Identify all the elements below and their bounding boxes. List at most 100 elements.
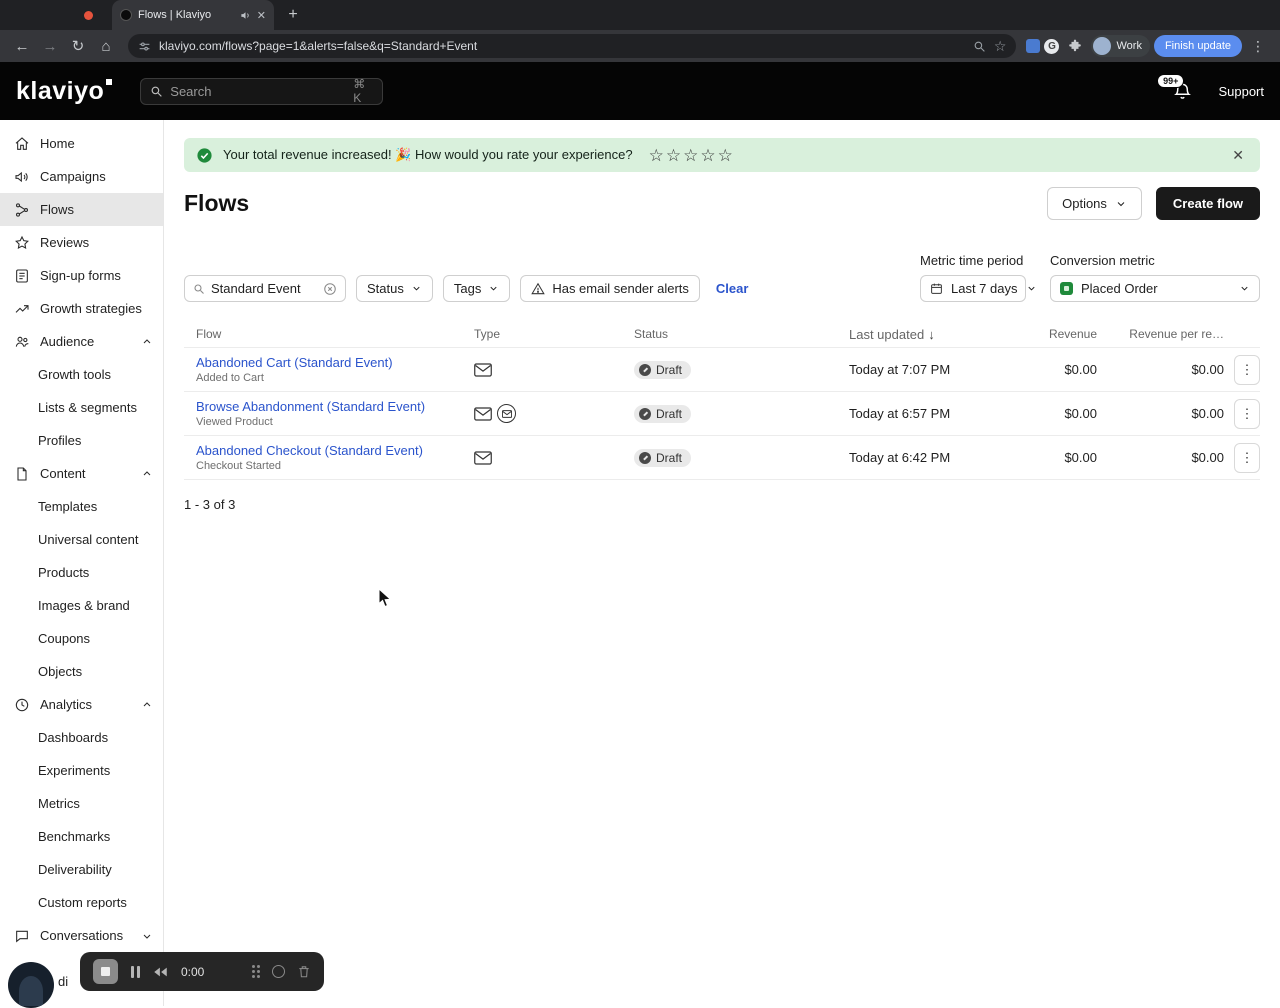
google-extension-icon[interactable]: G (1044, 38, 1060, 54)
revenue-per-cell: $0.00 (1191, 406, 1224, 421)
sidebar-item-custom-reports[interactable]: Custom reports (0, 886, 163, 919)
sidebar-item-campaigns[interactable]: Campaigns (0, 160, 163, 193)
sidebar-item-deliverability[interactable]: Deliverability (0, 853, 163, 886)
email-icon (474, 450, 492, 465)
chevron-down-icon (1239, 283, 1250, 294)
home-button[interactable]: ⌂ (94, 34, 118, 58)
puzzle-extensions-icon[interactable] (1063, 34, 1087, 58)
sidebar-item-label: Benchmarks (38, 829, 111, 844)
table-row: Abandoned Cart (Standard Event) Added to… (184, 348, 1260, 392)
star-icon[interactable]: ☆ (666, 147, 681, 164)
sidebar-item-audience[interactable]: Audience (0, 325, 163, 358)
row-actions-button[interactable]: ⋮ (1234, 442, 1260, 473)
sidebar-item-experiments[interactable]: Experiments (0, 754, 163, 787)
support-link[interactable]: Support (1218, 84, 1264, 99)
klaviyo-logo[interactable]: klaviyo (16, 77, 114, 106)
search-input[interactable] (170, 83, 347, 99)
row-actions-button[interactable]: ⋮ (1234, 398, 1260, 429)
delete-recording-icon[interactable] (297, 964, 311, 979)
flow-trigger: Checkout Started (196, 460, 281, 472)
clear-search-icon[interactable] (323, 282, 337, 296)
sidebar-item-reviews[interactable]: Reviews (0, 226, 163, 259)
status-filter[interactable]: Status (356, 275, 433, 302)
profile-name: Work (1116, 40, 1142, 52)
star-icon[interactable]: ☆ (700, 147, 715, 164)
forward-button[interactable]: → (38, 34, 62, 58)
zoom-icon[interactable] (973, 40, 986, 53)
banner-close-icon[interactable]: ✕ (1228, 143, 1248, 168)
status-badge: Draft (634, 448, 692, 467)
table-row: Browse Abandonment (Standard Event) View… (184, 392, 1260, 436)
sidebar-item-coupons[interactable]: Coupons (0, 622, 163, 655)
sidebar-item-growth-strategies[interactable]: Growth strategies (0, 292, 163, 325)
address-bar[interactable]: klaviyo.com/flows?page=1&alerts=false&q=… (128, 34, 1017, 58)
flow-name-link[interactable]: Browse Abandonment (Standard Event) (196, 399, 474, 414)
row-actions-button[interactable]: ⋮ (1234, 354, 1260, 385)
browser-menu-icon[interactable]: ⋮ (1246, 34, 1270, 58)
sidebar-item-signup-forms[interactable]: Sign-up forms (0, 259, 163, 292)
table-header: Flow Type Status Last updated ↓ Revenue … (184, 321, 1260, 348)
sidebar-item-home[interactable]: Home (0, 127, 163, 160)
sidebar-item-flows[interactable]: Flows (0, 193, 163, 226)
star-icon[interactable]: ☆ (718, 147, 733, 164)
sidebar-item-conversations[interactable]: Conversations (0, 919, 163, 952)
col-revenue-per[interactable]: Revenue per re… (1097, 327, 1224, 341)
global-search[interactable]: ⌘ K (140, 77, 384, 105)
tab-audio-icon[interactable] (240, 10, 251, 21)
sidebar-item-content[interactable]: Content (0, 457, 163, 490)
star-icon[interactable]: ☆ (649, 147, 664, 164)
conversion-metric-label: Conversion metric (1050, 253, 1155, 268)
flow-name-link[interactable]: Abandoned Cart (Standard Event) (196, 355, 474, 370)
sidebar-item-benchmarks[interactable]: Benchmarks (0, 820, 163, 853)
sidebar-item-analytics[interactable]: Analytics (0, 688, 163, 721)
finish-update-button[interactable]: Finish update (1153, 35, 1242, 57)
sidebar-item-images-brand[interactable]: Images & brand (0, 589, 163, 622)
sidebar-item-profiles[interactable]: Profiles (0, 424, 163, 457)
pause-recording-icon[interactable] (131, 965, 140, 978)
new-tab-button[interactable]: + (282, 4, 304, 26)
drag-handle-icon[interactable] (252, 965, 260, 978)
col-status[interactable]: Status (634, 327, 849, 341)
flow-name-link[interactable]: Abandoned Checkout (Standard Event) (196, 443, 474, 458)
create-flow-button[interactable]: Create flow (1155, 187, 1260, 220)
browser-tab[interactable]: Flows | Klaviyo ✕ (112, 0, 274, 30)
options-button[interactable]: Options (1047, 187, 1142, 220)
back-button[interactable]: ← (10, 34, 34, 58)
sidebar-item-label: Audience (40, 334, 95, 349)
sidebar-item-label: Universal content (38, 532, 139, 547)
bookmark-star-icon[interactable]: ☆ (994, 38, 1007, 55)
flow-search-box[interactable] (184, 275, 346, 302)
recorder-effects-icon[interactable] (272, 965, 285, 978)
tab-title: Flows | Klaviyo (138, 9, 212, 21)
reload-button[interactable]: ↻ (66, 34, 90, 58)
sidebar-item-growth-tools[interactable]: Growth tools (0, 358, 163, 391)
extension-icon[interactable] (1026, 39, 1041, 53)
flows-icon (14, 202, 30, 218)
updated-cell: Today at 6:42 PM (849, 450, 951, 465)
tab-close-icon[interactable]: ✕ (257, 9, 266, 22)
browser-profile-chip[interactable]: Work (1091, 35, 1150, 57)
sidebar-item-dashboards[interactable]: Dashboards (0, 721, 163, 754)
site-settings-icon[interactable] (138, 40, 151, 53)
col-revenue[interactable]: Revenue (1019, 327, 1097, 341)
sidebar-item-lists-segments[interactable]: Lists & segments (0, 391, 163, 424)
col-type[interactable]: Type (474, 327, 634, 341)
clear-filters-link[interactable]: Clear (716, 281, 749, 296)
star-icon[interactable]: ☆ (683, 147, 698, 164)
time-period-dropdown[interactable]: Last 7 days (920, 275, 1035, 302)
sidebar-item-universal-content[interactable]: Universal content (0, 523, 163, 556)
flow-search-input[interactable] (211, 281, 317, 296)
stop-recording-button[interactable] (93, 959, 118, 984)
col-updated[interactable]: Last updated ↓ (849, 327, 1019, 342)
sender-alerts-filter[interactable]: Has email sender alerts (520, 275, 700, 302)
sidebar-item-templates[interactable]: Templates (0, 490, 163, 523)
sidebar-item-objects[interactable]: Objects (0, 655, 163, 688)
restart-recording-icon[interactable] (153, 966, 168, 978)
conversion-metric-dropdown[interactable]: Placed Order (1050, 275, 1260, 302)
col-flow[interactable]: Flow (184, 327, 474, 341)
sidebar-item-products[interactable]: Products (0, 556, 163, 589)
flow-trigger: Viewed Product (196, 416, 273, 428)
notifications-button[interactable]: 99+ (1157, 73, 1192, 101)
sidebar-item-metrics[interactable]: Metrics (0, 787, 163, 820)
tags-filter[interactable]: Tags (442, 275, 511, 302)
